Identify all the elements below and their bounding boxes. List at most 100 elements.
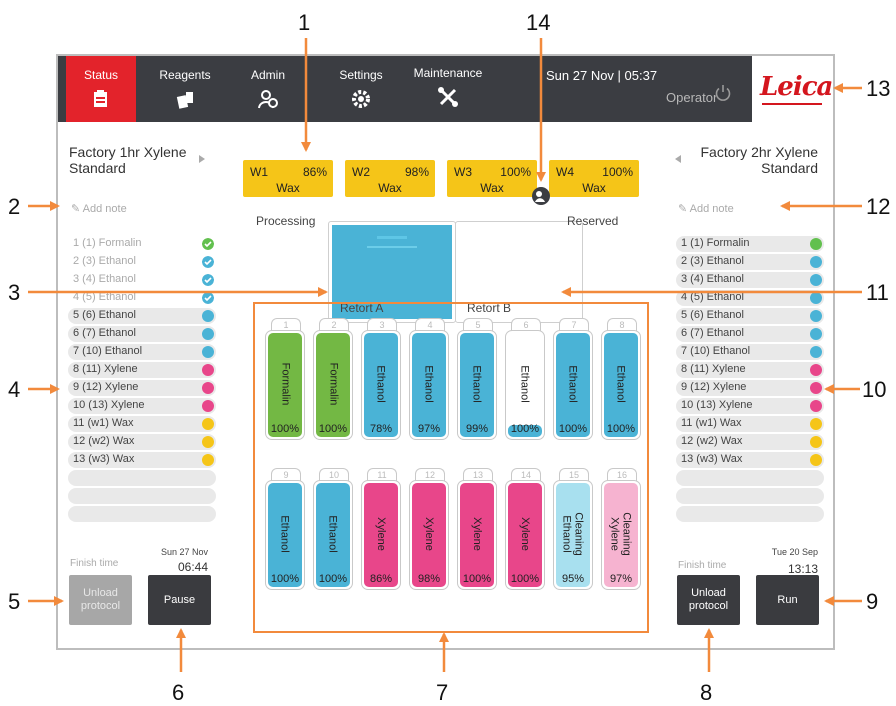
callout-2: 2 <box>8 194 21 219</box>
lock-reserved-icon[interactable] <box>531 186 551 206</box>
step-reagent-dot <box>810 292 822 304</box>
bottle-concentration: 100% <box>270 423 300 435</box>
step-label: 4 (5) Ethanol <box>681 291 744 303</box>
bottle-reagent-name-wrap: Ethanol <box>458 349 496 419</box>
step-label: 10 (13) Xylene <box>681 399 753 411</box>
left-protocol-subname: Standard <box>69 160 126 176</box>
left-protocol-name: Factory 1hr Xylene <box>69 144 187 160</box>
tab-settings[interactable]: Settings <box>326 56 396 122</box>
wax-bath-w1[interactable]: W1 86% Wax <box>243 160 333 197</box>
left-step-item: 10 (13) Xylene <box>68 398 216 414</box>
reagent-bottle-3[interactable]: 3 Ethanol 78% <box>361 318 401 440</box>
left-step-empty <box>68 488 216 504</box>
tab-reagents[interactable]: Reagents <box>150 56 220 122</box>
bottle-body: Xylene 86% <box>361 480 401 590</box>
step-reagent-dot <box>810 436 822 448</box>
bottle-concentration: 100% <box>606 423 636 435</box>
pencil-icon: ✎ <box>678 203 688 215</box>
retort-a-marker <box>367 246 417 248</box>
step-reagent-dot <box>202 454 214 466</box>
right-protocol-title[interactable]: Factory 2hr Xylene Standard <box>668 144 819 176</box>
step-reagent-dot <box>202 364 214 376</box>
left-add-note[interactable]: ✎ Add note <box>71 202 127 215</box>
reagent-bottle-10[interactable]: 10 Ethanol 100% <box>313 468 353 590</box>
step-reagent-dot <box>202 382 214 394</box>
step-reagent-dot <box>810 382 822 394</box>
reagent-bottle-13[interactable]: 13 Xylene 100% <box>457 468 497 590</box>
reagent-bottle-14[interactable]: 14 Xylene 100% <box>505 468 545 590</box>
bottle-reagent-name-wrap: Ethanol <box>410 349 448 419</box>
tab-maintenance[interactable]: Maintenance <box>408 56 488 122</box>
step-reagent-dot <box>810 400 822 412</box>
wax-bath-w4[interactable]: W4 100% Wax <box>549 160 639 197</box>
reagent-bottle-5[interactable]: 5 Ethanol 99% <box>457 318 497 440</box>
admin-icon <box>258 90 278 109</box>
bottle-reagent-name: Xylene <box>470 517 483 551</box>
left-step-item: 8 (11) Xylene <box>68 362 216 378</box>
bottle-reagent-name-wrap: Ethanol <box>506 349 544 419</box>
right-step-item: 8 (11) Xylene <box>676 362 824 378</box>
bottle-concentration: 100% <box>270 573 300 585</box>
reagent-bottle-2[interactable]: 2 Formalin 100% <box>313 318 353 440</box>
bottle-concentration: 98% <box>417 573 441 585</box>
right-add-note[interactable]: ✎ Add note <box>678 202 734 215</box>
tab-status[interactable]: Status <box>66 56 136 122</box>
reagent-bottle-8[interactable]: 8 Ethanol 100% <box>601 318 641 440</box>
bottle-reagent-name-wrap: Cleaning Ethanol <box>554 499 592 569</box>
reagent-bottle-11[interactable]: 11 Xylene 86% <box>361 468 401 590</box>
reagent-bottle-12[interactable]: 12 Xylene 98% <box>409 468 449 590</box>
left-step-item: 12 (w2) Wax <box>68 434 216 450</box>
reagent-bottle-9[interactable]: 9 Ethanol 100% <box>265 468 305 590</box>
wax-bath-w2[interactable]: W2 98% Wax <box>345 160 435 197</box>
wax-bath-id: W2 <box>352 165 370 179</box>
bottle-body: Ethanol 99% <box>457 330 497 440</box>
bottle-reagent-name: Xylene <box>374 517 387 551</box>
step-label: 13 (w3) Wax <box>681 453 743 465</box>
unload-right-line2: protocol <box>688 600 729 612</box>
top-navigation-bar: Status Reagents Admin Settings Maintenan… <box>58 56 833 122</box>
bottle-body: Xylene 100% <box>505 480 545 590</box>
left-protocol-title[interactable]: Factory 1hr Xylene Standard <box>69 144 187 176</box>
step-label: 1 (1) Formalin <box>73 237 142 249</box>
step-label: 6 (7) Ethanol <box>681 327 744 339</box>
unload-protocol-button-left[interactable]: Unload protocol <box>69 575 132 625</box>
reagent-bottle-15[interactable]: 15 Cleaning Ethanol 95% <box>553 468 593 590</box>
reagent-bottle-4[interactable]: 4 Ethanol 97% <box>409 318 449 440</box>
unload-protocol-button-right[interactable]: Unload protocol <box>677 575 740 625</box>
left-finish-date: Sun 27 Nov <box>160 547 208 557</box>
step-label: 5 (6) Ethanol <box>73 309 136 321</box>
left-step-item: 2 (3) Ethanol <box>68 254 216 270</box>
tab-maintenance-label: Maintenance <box>413 66 483 80</box>
bottle-reagent-name: Formalin <box>279 362 292 406</box>
step-label: 3 (4) Ethanol <box>73 273 136 285</box>
tab-status-label: Status <box>83 68 119 82</box>
wax-bath-reagent: Wax <box>276 181 300 195</box>
bottle-reagent-name-wrap: Ethanol <box>602 349 640 419</box>
callout-1: 1 <box>298 10 311 35</box>
pause-button[interactable]: Pause <box>148 575 211 625</box>
step-label: 4 (5) Ethanol <box>73 291 136 303</box>
left-step-item: 1 (1) Formalin <box>68 236 216 252</box>
right-step-item: 11 (w1) Wax <box>676 416 824 432</box>
bottle-body: Formalin 100% <box>313 330 353 440</box>
reagent-bottle-6[interactable]: 6 Ethanol 100% <box>505 318 545 440</box>
callout-14: 14 <box>526 10 551 35</box>
date-time: Sun 27 Nov | 05:37 <box>546 68 658 83</box>
right-step-empty <box>676 470 824 486</box>
wax-bath-percent: 98% <box>404 165 429 179</box>
run-button[interactable]: Run <box>756 575 819 625</box>
reagent-bottles-area: 1 Formalin 100% 2 Formalin 100% 3 Ethanol 78% 4 Et… <box>253 302 649 633</box>
tab-admin[interactable]: Admin <box>238 56 298 122</box>
reagent-bottle-7[interactable]: 7 Ethanol 100% <box>553 318 593 440</box>
reagent-bottle-1[interactable]: 1 Formalin 100% <box>265 318 305 440</box>
step-label: 2 (3) Ethanol <box>73 255 136 267</box>
reagent-bottle-16[interactable]: 16 Cleaning Xylene 97% <box>601 468 641 590</box>
bottle-body: Ethanol 78% <box>361 330 401 440</box>
wax-bath-w3[interactable]: W3 100% Wax <box>447 160 537 197</box>
left-step-item: 5 (6) Ethanol <box>68 308 216 324</box>
power-icon[interactable] <box>714 84 732 102</box>
step-reagent-dot <box>202 400 214 412</box>
chevron-right-icon <box>199 155 205 163</box>
bottle-reagent-name: Formalin <box>327 362 340 406</box>
step-complete-check-icon <box>202 256 214 268</box>
